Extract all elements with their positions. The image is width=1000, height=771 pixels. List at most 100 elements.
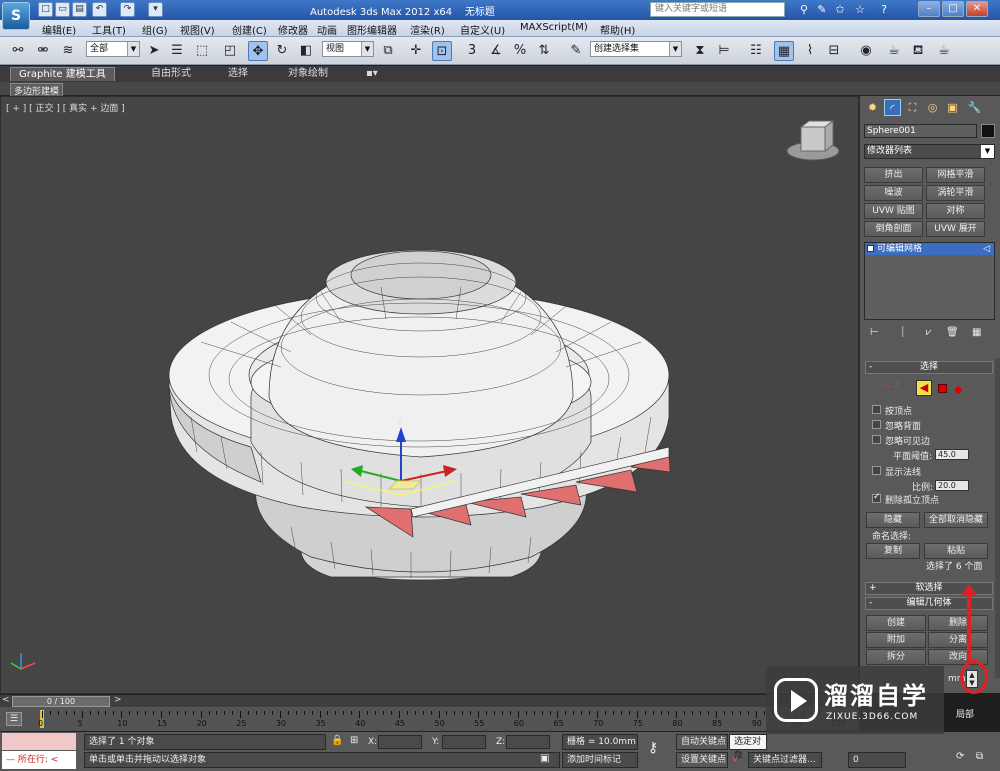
- tab-graphite[interactable]: Graphite 建模工具: [10, 67, 115, 81]
- scale-icon[interactable]: ◧: [296, 41, 316, 61]
- menu-help[interactable]: 帮助(H): [600, 22, 635, 37]
- modifier-stack[interactable]: 可编辑网格 ◁: [864, 242, 995, 320]
- vertex-mode-icon[interactable]: ·∴: [880, 380, 890, 391]
- stack-item-editable-mesh[interactable]: 可编辑网格 ◁: [865, 243, 994, 255]
- create-tab-icon[interactable]: ✹: [864, 99, 881, 116]
- auto-key-button[interactable]: 自动关键点: [676, 734, 728, 750]
- attach-button[interactable]: 附加: [866, 632, 926, 648]
- turbosmooth-button[interactable]: 涡轮平滑: [926, 185, 985, 201]
- meshsmooth-button[interactable]: 网格平滑: [926, 167, 985, 183]
- polygon-mode-icon[interactable]: [938, 384, 947, 393]
- selection-rollout-header[interactable]: - 选择: [865, 361, 993, 374]
- quick-access-dropdown-icon[interactable]: ▾: [148, 2, 163, 17]
- hide-button[interactable]: 隐藏: [866, 512, 920, 528]
- menu-maxscript[interactable]: MAXScript(M): [520, 22, 588, 33]
- symmetry-button[interactable]: 对称: [926, 203, 985, 219]
- extrude-button[interactable]: 挤出: [864, 167, 923, 183]
- rotate-icon[interactable]: ↻: [272, 41, 292, 61]
- star-icon[interactable]: ✩: [832, 2, 848, 17]
- redo-icon[interactable]: ↷: [120, 2, 135, 17]
- maxscript-mini-listener[interactable]: [2, 733, 76, 750]
- remove-modifier-icon[interactable]: 🗑: [946, 327, 959, 338]
- bevel-profile-button[interactable]: 倒角剖面: [864, 221, 923, 237]
- tab-selection[interactable]: 选择: [220, 67, 256, 81]
- show-normals-checkbox[interactable]: [872, 466, 881, 475]
- menu-create[interactable]: 创建(C): [232, 22, 267, 37]
- material-editor-icon[interactable]: ◉: [856, 41, 876, 61]
- curve-editor-icon[interactable]: ⌇: [800, 41, 820, 61]
- x-coord-field[interactable]: [378, 735, 422, 749]
- app-logo-icon[interactable]: S: [2, 2, 30, 30]
- edit-geometry-rollout-header[interactable]: - 编辑几何体: [865, 597, 993, 610]
- detach-button[interactable]: 分离: [928, 632, 988, 648]
- planar-threshold-spinner[interactable]: 45.0: [935, 449, 969, 460]
- schematic-view-icon[interactable]: ⊟: [824, 41, 844, 61]
- set-key-button[interactable]: 设置关键点: [676, 752, 728, 768]
- select-object-icon[interactable]: ➤: [144, 41, 164, 61]
- undo-icon[interactable]: ↶: [92, 2, 107, 17]
- selection-filter-dropdown[interactable]: 全部 ▼: [86, 41, 140, 57]
- ignore-visible-edges-checkbox[interactable]: [872, 435, 881, 444]
- align-icon[interactable]: ⊨: [714, 41, 734, 61]
- object-color-swatch[interactable]: [981, 124, 995, 138]
- unwrap-uvw-button[interactable]: UVW 展开: [926, 221, 985, 237]
- time-slider[interactable]: 0 / 100 < >: [0, 694, 859, 707]
- snaps-toggle-icon[interactable]: 3: [462, 41, 482, 61]
- help-icon[interactable]: ?: [876, 2, 892, 17]
- modifier-list-dropdown[interactable]: 修改器列表 ▼: [864, 144, 995, 159]
- close-button[interactable]: ✕: [966, 1, 988, 17]
- pivot-center-icon[interactable]: ⧉: [378, 41, 398, 61]
- divide-button[interactable]: 拆分: [866, 649, 926, 665]
- time-slider-thumb[interactable]: 0 / 100: [12, 696, 110, 707]
- edit-named-selection-icon[interactable]: ✎: [566, 41, 586, 61]
- pin-stack-icon[interactable]: ⊢: [870, 327, 879, 338]
- search-input[interactable]: 键入关键字或短语: [650, 2, 785, 17]
- save-icon[interactable]: ▤: [72, 2, 87, 17]
- rect-selection-icon[interactable]: ⬚: [192, 41, 212, 61]
- spinner-snap-icon[interactable]: ⇅: [534, 41, 554, 61]
- orbit-icon[interactable]: ⟳: [956, 751, 964, 762]
- menu-animation[interactable]: 动画: [317, 22, 337, 37]
- element-mode-icon[interactable]: ◆: [954, 383, 962, 396]
- copy-button[interactable]: 复制: [866, 543, 920, 559]
- unhide-all-button[interactable]: 全部取消隐藏: [924, 512, 988, 528]
- menu-rendering[interactable]: 渲染(R): [410, 22, 445, 37]
- menu-group[interactable]: 组(G): [142, 22, 168, 37]
- key-filters-button[interactable]: 关键点过滤器...: [748, 752, 822, 768]
- selected-object-dropdown[interactable]: 选定对象: [729, 734, 767, 761]
- open-file-icon[interactable]: ▭: [55, 2, 70, 17]
- uvw-map-button[interactable]: UVW 贴图: [864, 203, 923, 219]
- binoculars-icon[interactable]: ⚲: [796, 2, 812, 17]
- render-icon[interactable]: ☕: [934, 41, 954, 61]
- layer-manager-icon[interactable]: ☷: [746, 41, 766, 61]
- named-selection-dropdown[interactable]: 创建选择集 ▼: [590, 41, 682, 57]
- z-coord-field[interactable]: [506, 735, 550, 749]
- new-file-icon[interactable]: □: [38, 2, 53, 17]
- y-coord-field[interactable]: [442, 735, 486, 749]
- delete-button[interactable]: 删除: [928, 615, 988, 631]
- select-manipulate-icon[interactable]: ✛: [406, 41, 426, 61]
- favorite-icon[interactable]: ☆: [852, 2, 868, 17]
- spinner-arrows-icon[interactable]: ▲ ▼: [966, 670, 978, 688]
- edge-mode-icon[interactable]: ⁄: [896, 380, 898, 391]
- object-name-field[interactable]: Sphere001: [864, 124, 977, 138]
- prev-frame-icon[interactable]: <: [2, 695, 10, 705]
- delete-isolated-checkbox[interactable]: [872, 492, 881, 503]
- face-mode-icon[interactable]: ◀: [916, 380, 932, 396]
- menu-customize[interactable]: 自定义(U): [460, 22, 505, 37]
- ignore-backfacing-checkbox[interactable]: [872, 420, 881, 429]
- add-time-tag-button[interactable]: 添加时间标记: [562, 752, 638, 768]
- create-button[interactable]: 创建: [866, 615, 926, 631]
- percent-snap-icon[interactable]: %: [510, 41, 530, 61]
- link-icon[interactable]: ⚯: [8, 41, 28, 61]
- make-unique-icon[interactable]: ⩗: [926, 327, 932, 338]
- menu-tools[interactable]: 工具(T): [92, 22, 126, 37]
- current-frame-field[interactable]: 0: [848, 752, 906, 768]
- graphite-toggle-icon[interactable]: ▦: [774, 41, 794, 61]
- paste-button[interactable]: 粘贴: [924, 543, 988, 559]
- window-crossing-icon[interactable]: ◰: [220, 41, 240, 61]
- by-vertex-checkbox[interactable]: [872, 405, 881, 414]
- unlink-icon[interactable]: ⚮: [33, 41, 53, 61]
- running-line[interactable]: — 所在行: <: [2, 751, 76, 769]
- menu-edit[interactable]: 编辑(E): [42, 22, 76, 37]
